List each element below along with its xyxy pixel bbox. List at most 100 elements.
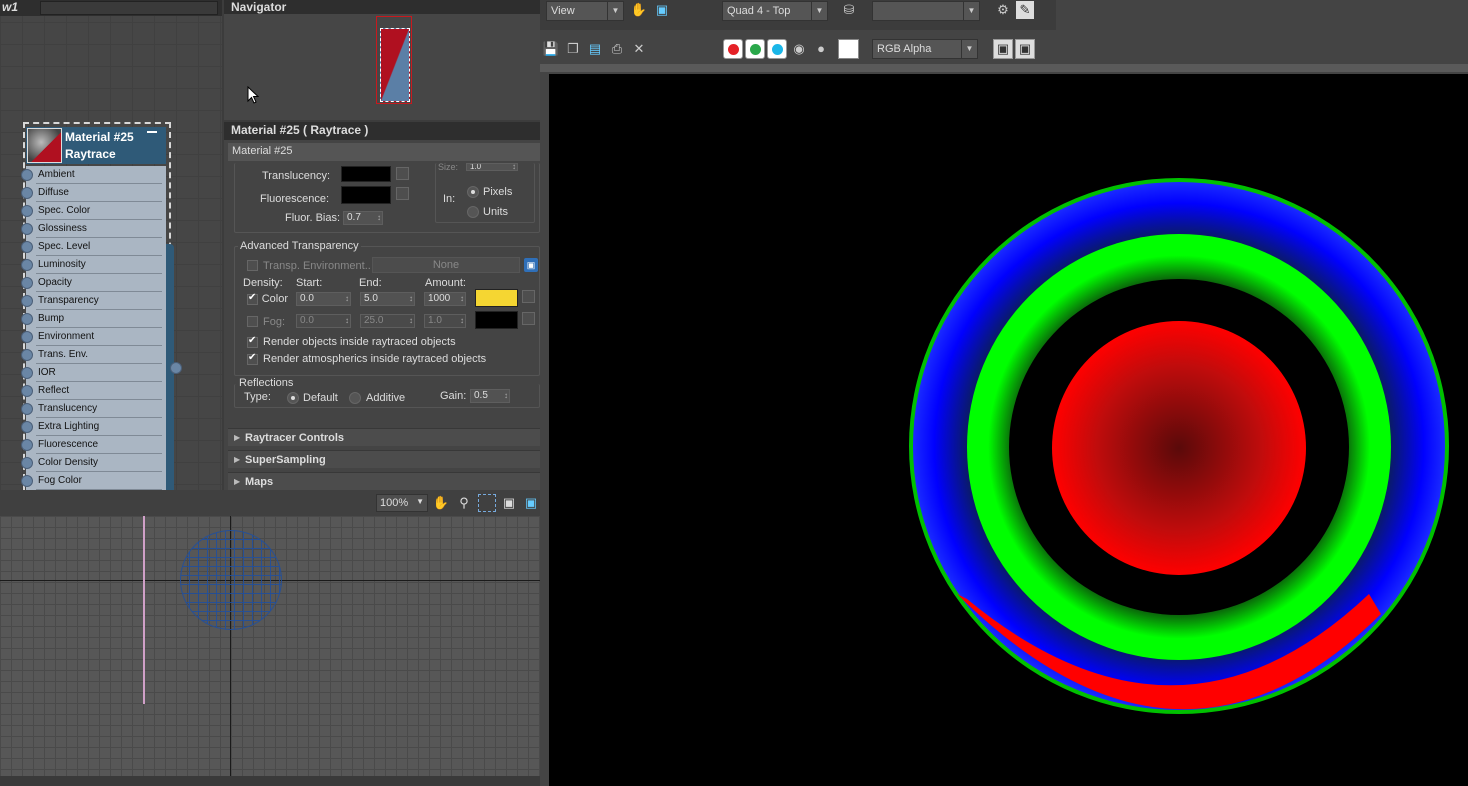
slot-input-socket[interactable] [21,241,33,253]
fog-color-swatch[interactable] [475,311,518,329]
rollout-supersampling[interactable]: ▶ SuperSampling [228,450,540,468]
slot-input-socket[interactable] [21,403,33,415]
clone-frame-icon[interactable]: ▤ [586,40,604,58]
render-objects-checkbox[interactable] [247,335,258,348]
monochrome-icon[interactable]: ● [812,40,830,58]
copy-image-icon[interactable]: ❐ [564,40,582,58]
alpha-channel-icon[interactable]: ◉ [790,40,808,58]
render-atmospherics-checkbox[interactable] [247,352,258,365]
material-slot[interactable]: Bump [21,310,166,328]
material-slot[interactable]: Diffuse [21,184,166,202]
print-image-icon[interactable]: ⎙ [608,40,626,58]
material-slot[interactable]: Glossiness [21,220,166,238]
area-to-render-dropdown[interactable]: View ▼ [546,1,624,21]
fog-amount-spinner[interactable]: 1.0 [424,314,466,328]
slot-input-socket[interactable] [21,223,33,235]
auto-region-icon[interactable]: ▣ [653,1,671,19]
toggle-ui-icon[interactable]: ▣ [1015,39,1035,59]
size-spinner[interactable]: 1.0 [466,163,518,171]
channel-display-dropdown[interactable]: RGB Alpha ▼ [872,39,978,59]
material-slot[interactable]: Transparency [21,292,166,310]
zoom-region-icon[interactable] [478,494,496,512]
slot-input-socket[interactable] [21,295,33,307]
clear-icon[interactable]: ✕ [630,40,648,58]
zoom-icon[interactable]: ⚲ [455,494,473,512]
material-slot[interactable]: IOR [21,364,166,382]
view-name-field[interactable] [40,1,218,15]
material-slot[interactable]: Color Density [21,454,166,472]
zoom-dropdown[interactable]: 100% ▼ [376,494,428,512]
view-tab-label[interactable]: w1 [2,0,18,14]
fog-end-spinner[interactable]: 25.0 [360,314,415,328]
pixels-radio[interactable] [467,186,479,198]
scene-object-line[interactable] [143,516,145,704]
material-slot[interactable]: Extra Lighting [21,418,166,436]
color-density-checkbox[interactable] [247,292,258,305]
material-slot[interactable]: Spec. Color [21,202,166,220]
gain-spinner[interactable]: 0.5 [470,389,510,403]
material-slot[interactable]: Environment [21,328,166,346]
fog-start-spinner[interactable]: 0.0 [296,314,351,328]
slot-input-socket[interactable] [21,331,33,343]
material-slot[interactable]: Fluorescence [21,436,166,454]
rollout-maps[interactable]: ▶ Maps [228,472,540,490]
environment-effects-icon[interactable]: ✎ [1016,1,1034,19]
collapse-node-button[interactable] [147,131,157,133]
material-slot[interactable]: Translucency [21,400,166,418]
slot-input-socket[interactable] [21,313,33,325]
material-slot[interactable]: Ambient [21,166,166,184]
zoom-selected-icon[interactable]: ▣ [522,494,540,512]
toggle-ui-overlay-icon[interactable]: ▣ [993,39,1013,59]
viewport-dropdown[interactable]: Quad 4 - Top ▼ [722,1,828,21]
render-setup-icon[interactable]: ⚙ [994,1,1012,19]
material-slot[interactable]: Fog Color [21,472,166,490]
material-slot[interactable]: Trans. Env. [21,346,166,364]
translucency-map-button[interactable] [396,167,409,180]
scene-sphere-wireframe[interactable] [180,530,282,630]
material-name-field[interactable]: Material #25 [228,143,540,161]
blue-channel-button[interactable] [767,39,787,59]
fluorescence-map-button[interactable] [396,187,409,200]
pan-hand-icon[interactable]: ✋ [432,494,450,512]
color-density-swatch[interactable] [475,289,518,307]
rollout-raytracer-controls[interactable]: ▶ Raytracer Controls [228,428,540,446]
fog-map-button[interactable] [522,312,535,325]
render-preset-dropdown[interactable]: ▼ [872,1,980,21]
swatch-color-box[interactable] [838,39,859,59]
slot-input-socket[interactable] [21,259,33,271]
lock-icon[interactable]: ⛁ [840,1,858,19]
green-channel-button[interactable] [745,39,765,59]
material-slot[interactable]: Opacity [21,274,166,292]
fluor-bias-spinner[interactable]: 0.7 [343,211,383,225]
slot-input-socket[interactable] [21,421,33,433]
color-end-spinner[interactable]: 5.0 [360,292,415,306]
units-radio[interactable] [467,206,479,218]
save-image-icon[interactable]: 💾 [542,40,560,58]
edit-region-icon[interactable]: ✋ [630,1,648,19]
slot-input-socket[interactable] [21,439,33,451]
color-density-map-button[interactable] [522,290,535,303]
translucency-color-swatch[interactable] [341,166,391,182]
slot-input-socket[interactable] [21,277,33,289]
red-channel-button[interactable] [723,39,743,59]
node-output-socket[interactable] [170,362,182,374]
slot-input-socket[interactable] [21,457,33,469]
lock-icon[interactable]: ▣ [524,258,538,272]
slot-input-socket[interactable] [21,385,33,397]
fluorescence-color-swatch[interactable] [341,186,391,204]
fog-checkbox[interactable] [247,316,258,327]
color-start-spinner[interactable]: 0.0 [296,292,351,306]
slot-input-socket[interactable] [21,349,33,361]
slot-input-socket[interactable] [21,475,33,487]
transp-environment-map-button[interactable]: None [372,257,520,273]
material-slot[interactable]: Luminosity [21,256,166,274]
transp-environment-checkbox[interactable] [247,260,258,271]
zoom-extents-icon[interactable]: ▣ [500,494,518,512]
reflection-additive-radio[interactable] [349,392,361,404]
slot-input-socket[interactable] [21,367,33,379]
slot-input-socket[interactable] [21,187,33,199]
material-slot[interactable]: Spec. Level [21,238,166,256]
slot-input-socket[interactable] [21,169,33,181]
reflection-default-radio[interactable] [287,392,299,404]
slot-input-socket[interactable] [21,205,33,217]
